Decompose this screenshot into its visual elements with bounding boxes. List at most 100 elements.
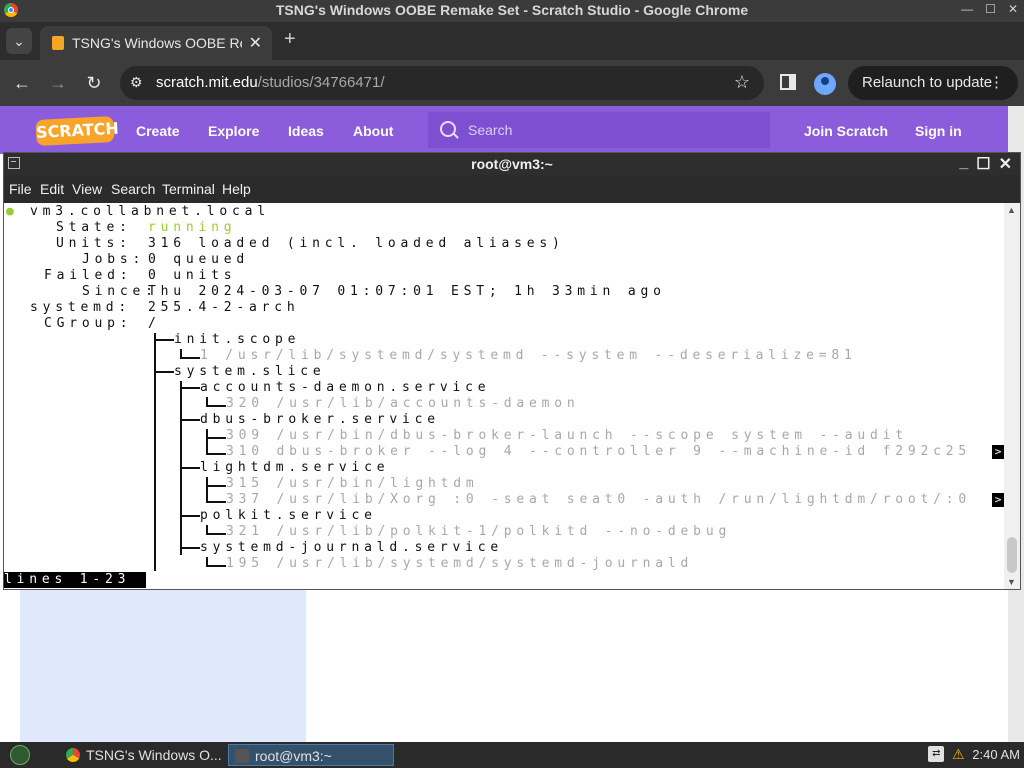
process-line: 310 dbus-broker --log 4 --controller 9 -… — [226, 444, 971, 460]
scroll-down-icon[interactable]: ▼ — [1007, 577, 1016, 587]
taskbar-item-chrome[interactable]: TSNG's Windows O... — [60, 744, 222, 766]
line-text: 310 dbus-broker --log 4 --controller 9 -… — [226, 444, 971, 459]
cgroup-node: lightdm.service — [200, 460, 389, 476]
tree-line — [154, 333, 156, 571]
address-bar[interactable]: ⚙ scratch.mit.edu/studios/34766471/ ☆ — [120, 66, 764, 100]
menu-help[interactable]: Help — [222, 181, 251, 197]
search-icon — [440, 121, 456, 137]
new-tab-button[interactable]: + — [284, 28, 296, 51]
tree-line — [180, 515, 200, 517]
terminal-icon — [235, 749, 249, 763]
line-text: 320 /usr/lib/accounts-daemon — [226, 396, 580, 411]
chevron-down-icon: ⌄ — [13, 32, 25, 49]
menu-file[interactable]: File — [9, 181, 32, 197]
scroll-up-icon[interactable]: ▲ — [1007, 205, 1016, 215]
menu-terminal[interactable]: Terminal — [162, 181, 215, 197]
forward-button[interactable]: → — [46, 71, 70, 95]
bookmark-star-icon[interactable]: ☆ — [734, 72, 750, 93]
line-text: polkit.service — [200, 508, 377, 523]
taskbar-item-terminal[interactable]: root@vm3:~ — [228, 744, 394, 766]
taskbar: TSNG's Windows O... root@vm3:~ ⇄ ⚠ 2:40 … — [0, 742, 1024, 768]
back-button[interactable]: ← — [10, 71, 34, 95]
system-tray: ⇄ ⚠ 2:40 AM — [928, 746, 1020, 762]
status-key: systemd: — [30, 300, 132, 315]
menu-view[interactable]: View — [72, 181, 102, 197]
scrollbar-thumb[interactable] — [1007, 537, 1017, 573]
menu-edit[interactable]: Edit — [40, 181, 64, 197]
window-title: TSNG's Windows OOBE Remake Set - Scratch… — [275, 2, 749, 18]
menu-dots-icon[interactable]: ⋮ — [989, 66, 1004, 100]
chrome-icon — [66, 748, 80, 762]
join-scratch-link[interactable]: Join Scratch — [804, 123, 888, 139]
tree-line — [180, 357, 200, 359]
line-text: vm3.collabnet.local — [30, 204, 270, 219]
tree-line — [180, 387, 200, 389]
nav-ideas[interactable]: Ideas — [288, 123, 324, 139]
line-overflow-marker: > — [992, 445, 1004, 459]
tree-line — [206, 437, 226, 439]
pager-status-line: lines 1-23 — [4, 572, 146, 588]
url-path: /studios/34766471/ — [257, 74, 385, 91]
process-line: 315 /usr/bin/lightdm — [226, 476, 479, 492]
line-text: dbus-broker.service — [200, 412, 440, 427]
clock[interactable]: 2:40 AM — [972, 747, 1020, 762]
cgroup-node: systemd-journald.service — [200, 540, 503, 556]
side-panel-icon[interactable] — [780, 74, 796, 90]
warning-icon[interactable]: ⚠ — [950, 746, 966, 762]
status-value: / — [148, 316, 161, 331]
terminal-window: root@vm3:~ _ ☐ ✕ File Edit View Search T… — [3, 152, 1021, 590]
profile-avatar-icon[interactable] — [814, 73, 836, 95]
relaunch-label: Relaunch to update — [862, 74, 993, 91]
status-value: 255.4-2-arch — [148, 300, 300, 315]
pager-status-text: lines 1-23 — [4, 572, 131, 587]
scratch-logo[interactable]: SCRATCH — [35, 115, 119, 147]
network-icon[interactable]: ⇄ — [928, 746, 945, 762]
tab-close-icon[interactable]: ✕ — [249, 33, 262, 53]
nav-create[interactable]: Create — [136, 123, 180, 139]
line-text: 195 /usr/lib/systemd/systemd-journald — [226, 556, 694, 571]
maximize-icon[interactable]: ☐ — [985, 2, 996, 16]
status-key: Units: — [56, 236, 132, 251]
terminal-output[interactable]: > > lines 1-23 ● vm3.collabnet.local State… — [4, 203, 1006, 589]
status-line: Failed: 0 units — [44, 268, 232, 284]
site-info-icon[interactable]: ⚙ — [130, 74, 143, 91]
status-line: systemd: 255.4-2-arch — [30, 300, 295, 316]
menu-search[interactable]: Search — [111, 181, 155, 197]
tree-line — [206, 477, 208, 503]
window-controls: — ☐ ✕ — [961, 2, 1018, 16]
close-icon[interactable]: ✕ — [1008, 2, 1018, 16]
url-text[interactable]: scratch.mit.edu/studios/34766471/ — [156, 74, 385, 91]
relaunch-button[interactable]: Relaunch to update ⋮ — [848, 66, 1018, 100]
maximize-icon[interactable]: ☐ — [976, 154, 990, 174]
line-text: init.scope — [174, 332, 301, 347]
reload-button[interactable]: ↻ — [82, 71, 106, 95]
scratch-search-input[interactable]: Search — [428, 112, 770, 148]
taskbar-item-label: TSNG's Windows O... — [86, 747, 222, 763]
minimize-icon[interactable]: _ — [959, 154, 968, 174]
close-icon[interactable]: ✕ — [999, 154, 1012, 174]
search-placeholder: Search — [468, 122, 513, 138]
line-text: 315 /usr/bin/lightdm — [226, 476, 479, 491]
tab-search-button[interactable]: ⌄ — [6, 28, 32, 54]
status-line: Since: Thu 2024-03-07 01:07:01 EST; 1h 33… — [82, 284, 661, 300]
status-line: ● vm3.collabnet.local — [6, 204, 270, 220]
tab-scratch-studio[interactable]: TSNG's Windows OOBE Rem ✕ — [40, 26, 272, 60]
status-key: Jobs: — [82, 252, 146, 267]
tree-line — [206, 485, 226, 487]
nav-about[interactable]: About — [353, 123, 393, 139]
sign-in-link[interactable]: Sign in — [915, 123, 962, 139]
terminal-title-bar: root@vm3:~ _ ☐ ✕ — [4, 153, 1020, 175]
process-line: 320 /usr/lib/accounts-daemon — [226, 396, 580, 412]
tree-line — [206, 501, 226, 503]
start-menu-icon[interactable] — [10, 745, 30, 765]
terminal-menubar: File Edit View Search Terminal Help — [4, 175, 1020, 203]
status-key: CGroup: — [44, 316, 133, 331]
tree-line — [206, 429, 208, 455]
status-value: Thu 2024-03-07 01:07:01 EST; 1h 33min ag… — [148, 284, 666, 299]
process-line: 337 /usr/lib/Xorg :0 -seat seat0 -auth /… — [226, 492, 971, 508]
minimize-icon[interactable]: — — [961, 2, 973, 16]
terminal-scrollbar[interactable]: ▲ ▼ — [1004, 203, 1020, 589]
status-key: State: — [56, 220, 132, 235]
nav-explore[interactable]: Explore — [208, 123, 259, 139]
status-line: Units: 316 loaded (incl. loaded aliases) — [56, 236, 560, 252]
